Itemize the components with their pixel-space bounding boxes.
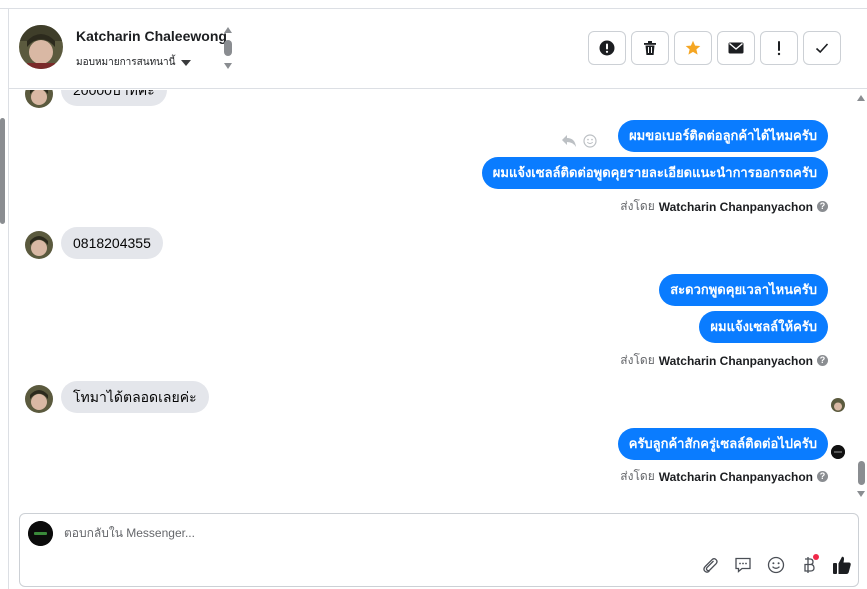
like-button[interactable]: [831, 554, 853, 576]
conversation-header: Katcharin Chaleewong มอบหมายการสนทนานี้: [9, 9, 867, 89]
follow-up-button[interactable]: [760, 31, 798, 65]
reaction-smiley-icon: [583, 134, 597, 148]
sent-by-label: ส่งโดย Watcharin Chanpanyachon ?: [620, 351, 828, 370]
sender-name: Watcharin Chanpanyachon: [658, 469, 813, 484]
sender-name: Watcharin Chanpanyachon: [658, 353, 813, 368]
trash-icon: [644, 41, 656, 55]
header-scrollbar[interactable]: [223, 25, 233, 71]
help-icon[interactable]: ?: [817, 471, 828, 482]
incoming-message[interactable]: โทมาได้ตลอดเลยค่ะ: [61, 381, 209, 413]
caret-down-icon: [181, 59, 192, 66]
emoji-icon: [767, 556, 785, 574]
payment-button[interactable]: [798, 554, 820, 576]
message-thread[interactable]: 20000บาทค่ะ ผมขอเบอร์ติดต่อลูกค้าได้ไหมค…: [9, 90, 867, 502]
reply-composer: [19, 513, 859, 587]
outgoing-message[interactable]: ผมขอเบอร์ติดต่อลูกค้าได้ไหมครับ: [618, 120, 828, 152]
incoming-message[interactable]: 0818204355: [61, 227, 163, 259]
message-hover-actions: [561, 134, 597, 148]
mark-done-button[interactable]: [803, 31, 841, 65]
scroll-up-arrow-icon[interactable]: [224, 27, 232, 33]
outgoing-message[interactable]: สะดวกพูดคุยเวลาไหนครับ: [659, 274, 828, 306]
saved-reply-icon: [735, 557, 751, 573]
scroll-thumb[interactable]: [858, 461, 865, 485]
saved-replies-button[interactable]: [732, 554, 754, 576]
attach-button[interactable]: [699, 554, 721, 576]
contact-name[interactable]: Katcharin Chaleewong: [76, 28, 227, 44]
customer-avatar[interactable]: [25, 231, 53, 259]
thread-scrollbar[interactable]: [855, 90, 867, 502]
spam-button[interactable]: [588, 31, 626, 65]
scroll-down-arrow-icon[interactable]: [224, 63, 232, 69]
scroll-thumb[interactable]: [224, 40, 232, 56]
assign-conversation-dropdown[interactable]: มอบหมายการสนทนานี้: [76, 55, 192, 70]
seen-indicator-avatar: [831, 398, 845, 412]
messenger-inbox-window: Katcharin Chaleewong มอบหมายการสนทนานี้: [0, 0, 867, 589]
like-icon: [833, 556, 851, 574]
help-icon[interactable]: ?: [817, 201, 828, 212]
sender-name: Watcharin Chanpanyachon: [658, 199, 813, 214]
notification-dot: [813, 554, 819, 560]
outgoing-message[interactable]: ผมแจ้งเซลล์ติดต่อพูดคุยรายละเอียดแนะนำกา…: [481, 157, 828, 189]
page-read-receipt-avatar: [831, 445, 845, 459]
contact-avatar[interactable]: [19, 25, 63, 69]
sent-by-prefix: ส่งโดย: [620, 353, 655, 367]
assign-label: มอบหมายการสนทนานี้: [76, 57, 176, 68]
conversation-actions: [588, 31, 841, 65]
incoming-message[interactable]: 20000บาทค่ะ: [61, 90, 167, 106]
scroll-down-arrow-icon[interactable]: [857, 491, 865, 497]
customer-avatar[interactable]: [25, 385, 53, 413]
delete-button[interactable]: [631, 31, 669, 65]
sent-by-prefix: ส่งโดย: [620, 469, 655, 483]
sent-by-label: ส่งโดย Watcharin Chanpanyachon ?: [620, 197, 828, 216]
check-icon: [815, 43, 829, 54]
reply-input[interactable]: [64, 526, 664, 540]
envelope-icon: [728, 42, 744, 54]
exclamation-icon: [777, 41, 781, 56]
star-icon: [685, 40, 701, 55]
help-icon[interactable]: ?: [817, 355, 828, 366]
scroll-up-arrow-icon[interactable]: [857, 95, 865, 101]
star-button[interactable]: [674, 31, 712, 65]
outgoing-message[interactable]: ผมแจ้งเซลล์ให้ครับ: [699, 311, 828, 343]
mark-unread-button[interactable]: [717, 31, 755, 65]
emoji-button[interactable]: [765, 554, 787, 576]
paperclip-icon: [703, 558, 718, 573]
composer-toolbar: [699, 554, 853, 576]
alert-circle-icon: [599, 40, 615, 56]
sent-by-label: ส่งโดย Watcharin Chanpanyachon ?: [620, 467, 828, 486]
outgoing-message[interactable]: ครับลูกค้าสักครู่เซลล์ติดต่อไปครับ: [617, 428, 828, 460]
reply-icon: [562, 135, 576, 147]
customer-avatar[interactable]: [25, 90, 53, 108]
left-panel-scrollbar[interactable]: [0, 118, 5, 224]
page-avatar: [28, 521, 53, 546]
sent-by-prefix: ส่งโดย: [620, 199, 655, 213]
